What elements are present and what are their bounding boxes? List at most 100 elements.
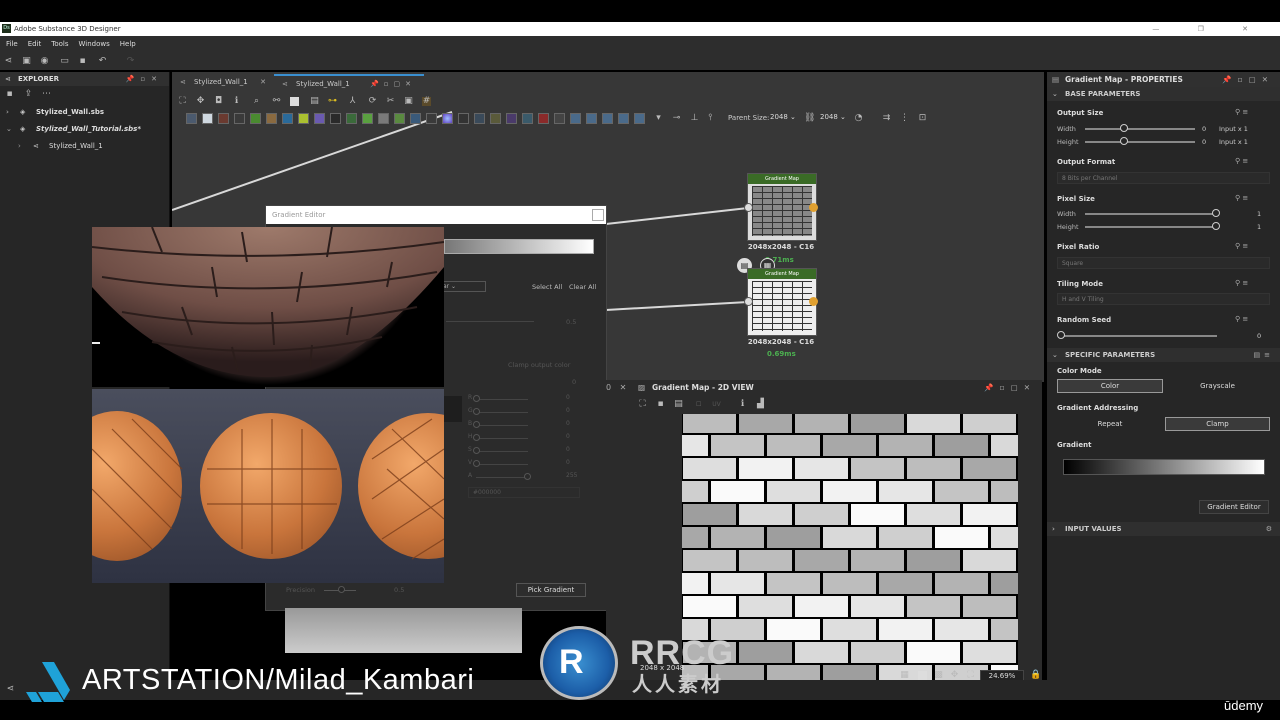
position-slider[interactable] <box>446 321 534 322</box>
input-values-section[interactable]: › INPUT VALUES ⚙ <box>1047 522 1280 536</box>
slider-handle[interactable] <box>473 408 480 415</box>
parameter-options-icon[interactable]: ⚲ ≡ <box>1235 108 1248 116</box>
atomic-node-icon[interactable] <box>522 113 533 124</box>
color-swatch[interactable] <box>444 396 462 422</box>
base-parameters-section[interactable]: ⌄ BASE PARAMETERS <box>1047 87 1280 101</box>
slider-handle[interactable] <box>524 473 531 480</box>
slider-handle[interactable] <box>473 460 480 467</box>
clamp-output-checkbox[interactable]: Clamp output color <box>508 361 570 369</box>
specific-parameters-section[interactable]: ⌄ SPECIFIC PARAMETERS ▤≡ <box>1047 348 1280 362</box>
random-seed-slider[interactable] <box>1061 335 1217 337</box>
size-select[interactable]: 2048 ⌄ <box>820 113 846 121</box>
substance-icon[interactable]: ◉ <box>40 57 49 66</box>
parent-size-select[interactable]: 2048 ⌄ <box>770 113 796 121</box>
atomic-node-icon[interactable] <box>330 113 341 124</box>
channel-icon[interactable] <box>918 671 927 680</box>
atomic-node-icon[interactable] <box>298 113 309 124</box>
new-graph-icon[interactable]: ▣ <box>22 57 31 66</box>
channel-slider[interactable] <box>476 412 528 413</box>
align-icon[interactable]: ⋮ <box>900 114 909 123</box>
close-icon[interactable]: ✕ <box>260 74 266 91</box>
parameter-options-icon[interactable]: ⚲ ≡ <box>1235 315 1248 323</box>
tree-item-package-tutorial[interactable]: ⌄ ◈ Stylized_Wall_Tutorial.sbs* <box>0 121 169 138</box>
atomic-node-icon[interactable] <box>234 113 245 124</box>
tab-stylized-wall-active[interactable]: ⋖ Stylized_Wall_1 📌▫▢✕ <box>274 74 424 91</box>
link-icon[interactable]: ⚯ <box>272 97 281 106</box>
fit-icon[interactable]: ⛶ <box>638 400 647 409</box>
atomic-node-icon[interactable] <box>602 113 613 124</box>
slider-handle[interactable] <box>1057 331 1065 339</box>
frame-icon[interactable]: ⊸ <box>672 114 681 123</box>
input-port[interactable] <box>744 203 753 212</box>
link-size-icon[interactable]: ⛓ <box>804 114 815 123</box>
close-icon[interactable]: ✕ <box>614 380 632 396</box>
info-icon[interactable]: ℹ <box>232 97 241 106</box>
gradient-preview[interactable] <box>1063 459 1265 475</box>
gradient-map-node-1[interactable]: Gradient Map <box>747 173 817 241</box>
flow-icon[interactable]: ⇉ <box>882 114 891 123</box>
atomic-node-icon[interactable] <box>202 113 213 124</box>
layout-icon[interactable]: ⊡ <box>918 114 927 123</box>
slider-handle[interactable] <box>1212 209 1220 217</box>
addressing-repeat-button[interactable]: Repeat <box>1057 417 1163 431</box>
atomic-node-icon[interactable] <box>394 113 405 124</box>
slider-handle[interactable] <box>338 586 345 593</box>
options-icon[interactable]: ⋯ <box>42 90 51 99</box>
clear-all-button[interactable]: Clear All <box>569 283 596 291</box>
atomic-node-icon[interactable] <box>362 113 373 124</box>
atomic-node-icon[interactable] <box>442 113 453 124</box>
gradient-preview-bar[interactable] <box>444 239 594 254</box>
atomic-node-icon[interactable] <box>346 113 357 124</box>
histogram-icon[interactable]: ▟ <box>756 400 765 409</box>
slider-handle[interactable] <box>1120 137 1128 145</box>
atomic-node-icon[interactable] <box>218 113 229 124</box>
undo-icon[interactable]: ↶ <box>98 57 107 66</box>
channel-slider[interactable] <box>476 464 528 465</box>
menu-tools[interactable]: Tools <box>51 40 68 48</box>
atomic-node-icon[interactable] <box>618 113 629 124</box>
channel-slider[interactable] <box>476 425 528 426</box>
fit-icon[interactable]: ⛶ <box>966 671 975 680</box>
atomic-node-icon[interactable] <box>426 113 437 124</box>
connect-icon[interactable]: ⊶ <box>328 97 337 106</box>
info-icon[interactable]: ℹ <box>738 400 747 409</box>
tab-stylized-wall[interactable]: ⋖ Stylized_Wall_1 ✕ <box>172 74 272 91</box>
slider-handle[interactable] <box>473 395 480 402</box>
display-icon[interactable]: ▣ <box>404 97 413 106</box>
channel-icon[interactable]: ▫ <box>694 400 703 409</box>
menu-file[interactable]: File <box>6 40 18 48</box>
lock-icon[interactable]: 🔒 <box>1030 671 1041 680</box>
select-all-button[interactable]: Select All <box>532 283 562 291</box>
atomic-node-icon[interactable] <box>474 113 485 124</box>
output-height-mode[interactable]: Input x 1 <box>1219 138 1248 146</box>
atomic-node-icon[interactable] <box>554 113 565 124</box>
tree-icon[interactable]: ⅄ <box>348 97 357 106</box>
refresh-icon[interactable]: ⟳ <box>368 97 377 106</box>
channel-slider[interactable] <box>476 451 528 452</box>
gradient-map-node-2[interactable]: Gradient Map <box>747 268 817 336</box>
pixel-height-slider[interactable] <box>1085 226 1217 228</box>
atomic-node-icon[interactable] <box>490 113 501 124</box>
atomic-node-icon[interactable] <box>458 113 469 124</box>
atomic-node-icon[interactable] <box>314 113 325 124</box>
atomic-node-icon[interactable] <box>586 113 597 124</box>
atomic-node-icon[interactable] <box>634 113 645 124</box>
move-icon[interactable]: ✥ <box>950 671 959 680</box>
tools-icon[interactable]: ✂ <box>386 97 395 106</box>
mode-select[interactable]: ar ⌄ <box>438 281 486 292</box>
output-port[interactable] <box>809 297 818 306</box>
frame-icon[interactable]: ⛶ <box>178 97 187 106</box>
navigation-icon[interactable]: ⫯ <box>706 114 715 123</box>
node-icon[interactable] <box>290 97 299 106</box>
export-icon[interactable]: ⇪ <box>24 90 33 99</box>
close-icon[interactable] <box>592 209 604 221</box>
random-icon[interactable]: ◔ <box>854 114 863 123</box>
hex-input[interactable]: #000000 <box>468 487 580 498</box>
slider-handle[interactable] <box>473 434 480 441</box>
output-format-select[interactable]: 8 Bits per Channel <box>1057 172 1270 184</box>
window-controls[interactable]: — ❐ ✕ <box>1152 22 1266 36</box>
tree-item-package[interactable]: › ◈ Stylized_Wall.sbs <box>0 104 169 121</box>
redo-icon[interactable]: ↷ <box>126 57 135 66</box>
atomic-node-icon[interactable] <box>570 113 581 124</box>
gradient-editor-button[interactable]: Gradient Editor <box>1199 500 1269 514</box>
